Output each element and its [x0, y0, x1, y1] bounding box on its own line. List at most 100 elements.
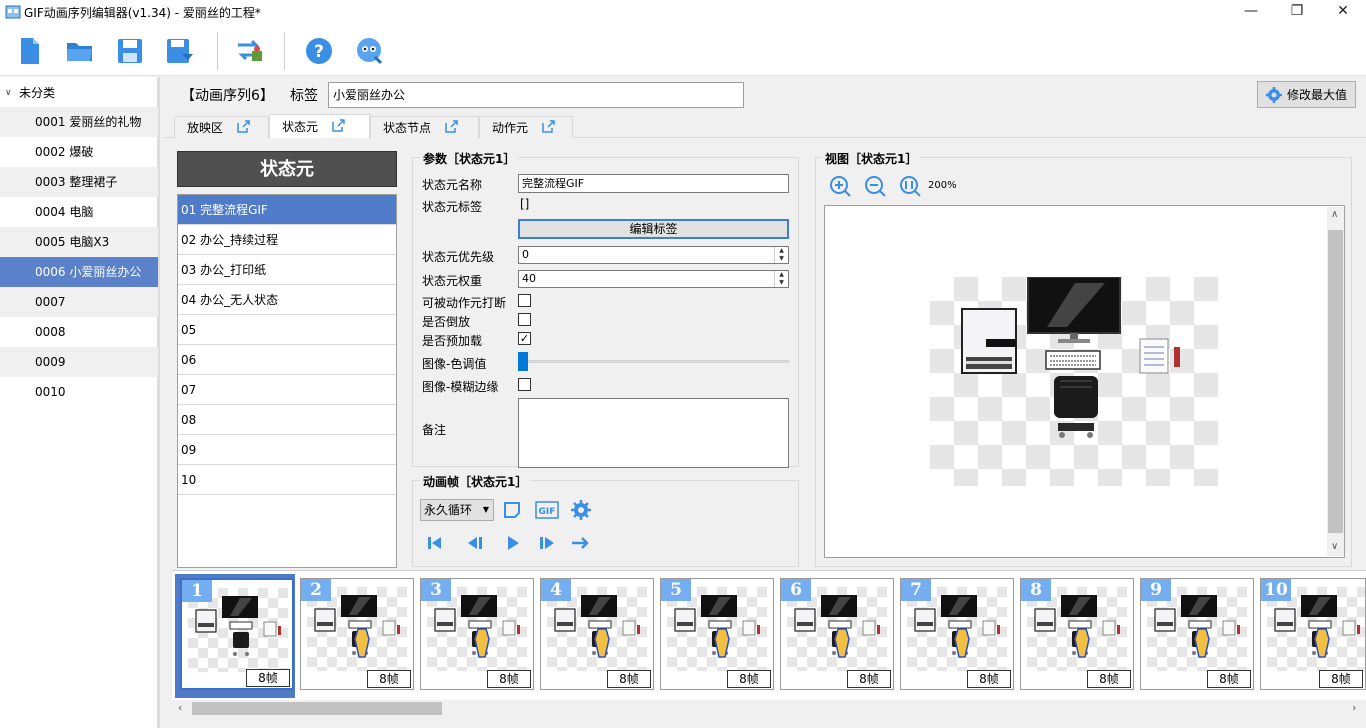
frame-thumbnail[interactable]: 5 8帧	[660, 578, 774, 690]
frame-copy-icon[interactable]	[501, 499, 523, 521]
frame-thumbnail[interactable]: 10 8帧	[1260, 578, 1366, 690]
params-title: 参数［状态元1］	[420, 150, 519, 167]
about-icon[interactable]	[355, 36, 385, 66]
tab-label: 放映区	[187, 121, 224, 135]
minimize-button[interactable]: —	[1228, 0, 1274, 24]
toolbar-separator	[284, 32, 285, 70]
priority-stepper[interactable]: 0 ▲ ▼	[518, 246, 789, 264]
state-list: 01 完整流程GIF 02 办公_持续过程 03 办公_打印纸 04 办公_无人状态 0…	[177, 194, 397, 568]
sidebar-item[interactable]: 0009	[0, 347, 158, 377]
zoom-reset-icon[interactable]	[899, 175, 921, 197]
frames-scroll-thumb[interactable]	[192, 702, 442, 715]
settings-gear-icon[interactable]	[570, 499, 592, 521]
arrow-right-icon[interactable]	[570, 532, 592, 554]
sidebar-item[interactable]: 0010	[0, 377, 158, 407]
first-frame-icon[interactable]	[424, 532, 446, 554]
hue-slider-track[interactable]	[518, 360, 789, 363]
hue-slider-thumb[interactable]	[518, 352, 528, 371]
state-list-item[interactable]: 09	[178, 435, 396, 465]
sidebar-item[interactable]: 0003 整理裙子	[0, 167, 158, 197]
state-list-item[interactable]: 05	[178, 315, 396, 345]
frame-thumbnail[interactable]: 9 8帧	[1140, 578, 1254, 690]
frame-thumbnail[interactable]: 8 8帧	[1020, 578, 1134, 690]
stepper-arrows-icon[interactable]: ▲ ▼	[774, 271, 788, 287]
loop-mode-select[interactable]: 永久循环 ▼	[420, 499, 494, 521]
prev-frame-icon[interactable]	[464, 532, 486, 554]
state-list-item[interactable]: 02 办公_持续过程	[178, 225, 396, 255]
interruptible-checkbox[interactable]	[518, 294, 531, 307]
state-list-item[interactable]: 07	[178, 375, 396, 405]
sidebar-item[interactable]: 0005 电脑X3	[0, 227, 158, 257]
frame-thumbnail[interactable]: 7 8帧	[900, 578, 1014, 690]
priority-label: 状态元优先级	[422, 250, 495, 264]
tab[interactable]: 状态元	[269, 114, 370, 138]
frame-count-label: 8帧	[727, 670, 771, 688]
scroll-down-icon[interactable]: ∨	[1331, 541, 1338, 552]
view-scroll-thumb[interactable]	[1328, 230, 1343, 533]
popout-icon[interactable]	[445, 119, 458, 136]
tab[interactable]: 放映区	[174, 116, 269, 138]
sidebar-item[interactable]: 0001 爱丽丝的礼物	[0, 107, 158, 137]
frame-thumbnail[interactable]: 4 8帧	[540, 578, 654, 690]
state-list-item[interactable]: 08	[178, 405, 396, 435]
convert-icon[interactable]	[235, 36, 265, 66]
sidebar-item[interactable]: 0008	[0, 317, 158, 347]
state-list-item[interactable]: 06	[178, 345, 396, 375]
scroll-left-icon[interactable]: ‹	[178, 701, 182, 714]
tag-input[interactable]: 小爱丽丝办公	[328, 82, 744, 108]
state-name-input[interactable]: 完整流程GIF	[518, 174, 789, 193]
view-title: 视图［状态元1］	[822, 150, 921, 167]
state-list-item[interactable]: 03 办公_打印纸	[178, 255, 396, 285]
preload-checkbox[interactable]: ✓	[518, 332, 531, 345]
maximize-button[interactable]: ❐	[1274, 0, 1320, 24]
stepper-arrows-icon[interactable]: ▲ ▼	[774, 247, 788, 263]
frame-count-label: 8帧	[367, 670, 411, 688]
view-canvas[interactable]	[824, 205, 1345, 558]
sidebar-item[interactable]: 0002 爆破	[0, 137, 158, 167]
reverse-checkbox[interactable]	[518, 313, 531, 326]
save-icon[interactable]	[115, 36, 145, 66]
zoom-out-icon[interactable]	[864, 175, 886, 197]
app-icon	[5, 4, 21, 20]
title-bar: GIF动画序列编辑器(v1.34) - 爱丽丝的工程* — ❐ ✕	[0, 0, 1366, 24]
help-icon[interactable]: ?	[304, 36, 334, 66]
frame-thumbnail[interactable]: 6 8帧	[780, 578, 894, 690]
scroll-up-icon[interactable]: ∧	[1331, 209, 1338, 220]
popout-icon[interactable]	[332, 118, 345, 135]
blur-checkbox[interactable]	[518, 378, 531, 391]
frame-number-badge: 8	[1021, 579, 1051, 601]
sidebar-item[interactable]: 0007	[0, 287, 158, 317]
modify-max-button[interactable]: 修改最大值	[1257, 81, 1356, 108]
tab[interactable]: 动作元	[479, 116, 573, 138]
frame-thumbnail[interactable]: 1 8帧	[180, 578, 294, 690]
edit-tag-button[interactable]: 编辑标签	[518, 219, 789, 239]
tag-label: 标签	[290, 88, 318, 104]
state-list-item[interactable]: 01 完整流程GIF	[178, 195, 396, 225]
play-icon[interactable]	[502, 532, 524, 554]
tab[interactable]: 状态节点	[370, 116, 479, 138]
sidebar-item[interactable]: 0006 小爱丽丝办公	[0, 257, 158, 287]
gear-icon	[1265, 86, 1282, 103]
new-file-icon[interactable]	[15, 36, 45, 66]
tree-root-uncategorized[interactable]: ∨ 未分类	[0, 83, 158, 103]
state-list-item[interactable]: 10	[178, 465, 396, 495]
gif-export-icon[interactable]: GIF	[535, 499, 559, 521]
save-as-icon[interactable]	[165, 36, 195, 66]
popout-icon[interactable]	[542, 119, 555, 136]
sidebar-item[interactable]: 0004 电脑	[0, 197, 158, 227]
frame-thumbnail[interactable]: 2 8帧	[300, 578, 414, 690]
sequence-tree: ∨ 未分类 0001 爱丽丝的礼物 0002 爆破 0003 整理裙子 0004 电脑…	[0, 77, 160, 728]
frame-thumbnail[interactable]: 3 8帧	[420, 578, 534, 690]
svg-text:?: ?	[314, 42, 324, 62]
open-folder-icon[interactable]	[65, 36, 95, 66]
close-button[interactable]: ✕	[1320, 0, 1366, 24]
zoom-in-icon[interactable]	[829, 175, 851, 197]
popout-icon[interactable]	[237, 119, 250, 136]
notes-textarea[interactable]	[518, 398, 789, 468]
scroll-right-icon[interactable]: ›	[1352, 701, 1356, 714]
state-list-title: 状态元	[177, 151, 397, 187]
chevron-down-icon[interactable]: ∨	[5, 83, 12, 103]
weight-stepper[interactable]: 40 ▲ ▼	[518, 270, 789, 288]
state-list-item[interactable]: 04 办公_无人状态	[178, 285, 396, 315]
next-frame-icon[interactable]	[536, 532, 558, 554]
